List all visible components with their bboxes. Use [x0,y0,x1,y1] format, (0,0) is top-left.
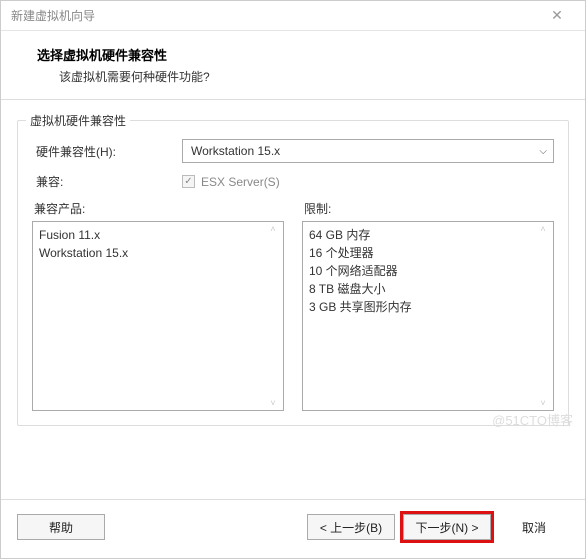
compat-with-label: 兼容: [32,173,182,190]
list-item: 3 GB 共享图形内存 [309,298,547,316]
compat-fieldset: 虚拟机硬件兼容性 硬件兼容性(H): Workstation 15.x ⌵ 兼容… [17,120,569,426]
back-button[interactable]: < 上一步(B) [307,514,395,540]
scroll-down-icon: ˅ [270,398,275,408]
scrollbar[interactable]: ˄ ˅ [265,224,281,408]
header-subtitle: 该虚拟机需要何种硬件功能? [37,68,565,85]
footer-right: < 上一步(B) 下一步(N) > 取消 [307,514,569,540]
esx-label: ESX Server(S) [201,175,280,189]
close-button[interactable]: ✕ [537,2,577,30]
compat-with-row: 兼容: ✓ ESX Server(S) [32,173,554,190]
scrollbar[interactable]: ˄ ˅ [535,224,551,408]
cancel-button[interactable]: 取消 [499,514,569,540]
window-title: 新建虚拟机向导 [11,7,95,24]
header-title: 选择虚拟机硬件兼容性 [37,45,565,64]
compat-select[interactable]: Workstation 15.x ⌵ [182,139,554,163]
list-item: 8 TB 磁盘大小 [309,280,547,298]
scroll-down-icon: ˅ [540,398,545,408]
limits-label: 限制: [302,200,554,217]
esx-checkbox-group: ✓ ESX Server(S) [182,175,280,189]
products-column: 兼容产品: Fusion 11.x Workstation 15.x ˄ ˅ [32,200,284,411]
titlebar: 新建虚拟机向导 ✕ [1,1,585,31]
list-item: Workstation 15.x [39,244,277,262]
back-button-label: < 上一步(B) [320,519,382,536]
columns: 兼容产品: Fusion 11.x Workstation 15.x ˄ ˅ 限… [32,200,554,411]
fieldset-legend: 虚拟机硬件兼容性 [26,112,130,129]
compat-select-value: Workstation 15.x [191,144,280,158]
help-button[interactable]: 帮助 [17,514,105,540]
cancel-button-label: 取消 [522,519,546,536]
wizard-window: 新建虚拟机向导 ✕ 选择虚拟机硬件兼容性 该虚拟机需要何种硬件功能? 虚拟机硬件… [0,0,586,559]
list-item: 10 个网络适配器 [309,262,547,280]
chevron-down-icon: ⌵ [539,146,547,157]
next-button-label: 下一步(N) > [415,519,478,536]
compat-label: 硬件兼容性(H): [32,143,182,160]
help-button-label: 帮助 [49,519,73,536]
scroll-up-icon: ˄ [270,224,275,234]
products-label: 兼容产品: [32,200,284,217]
list-item: Fusion 11.x [39,226,277,244]
products-listbox[interactable]: Fusion 11.x Workstation 15.x ˄ ˅ [32,221,284,411]
wizard-footer: 帮助 < 上一步(B) 下一步(N) > 取消 [1,499,585,558]
next-button[interactable]: 下一步(N) > [403,514,491,540]
limits-listbox[interactable]: 64 GB 内存 16 个处理器 10 个网络适配器 8 TB 磁盘大小 3 G… [302,221,554,411]
wizard-body: 虚拟机硬件兼容性 硬件兼容性(H): Workstation 15.x ⌵ 兼容… [1,100,585,499]
compat-row: 硬件兼容性(H): Workstation 15.x ⌵ [32,139,554,163]
list-item: 16 个处理器 [309,244,547,262]
list-item: 64 GB 内存 [309,226,547,244]
close-icon: ✕ [551,7,563,24]
limits-column: 限制: 64 GB 内存 16 个处理器 10 个网络适配器 8 TB 磁盘大小… [302,200,554,411]
esx-checkbox[interactable]: ✓ [182,175,195,188]
scroll-up-icon: ˄ [540,224,545,234]
wizard-header: 选择虚拟机硬件兼容性 该虚拟机需要何种硬件功能? [1,31,585,100]
